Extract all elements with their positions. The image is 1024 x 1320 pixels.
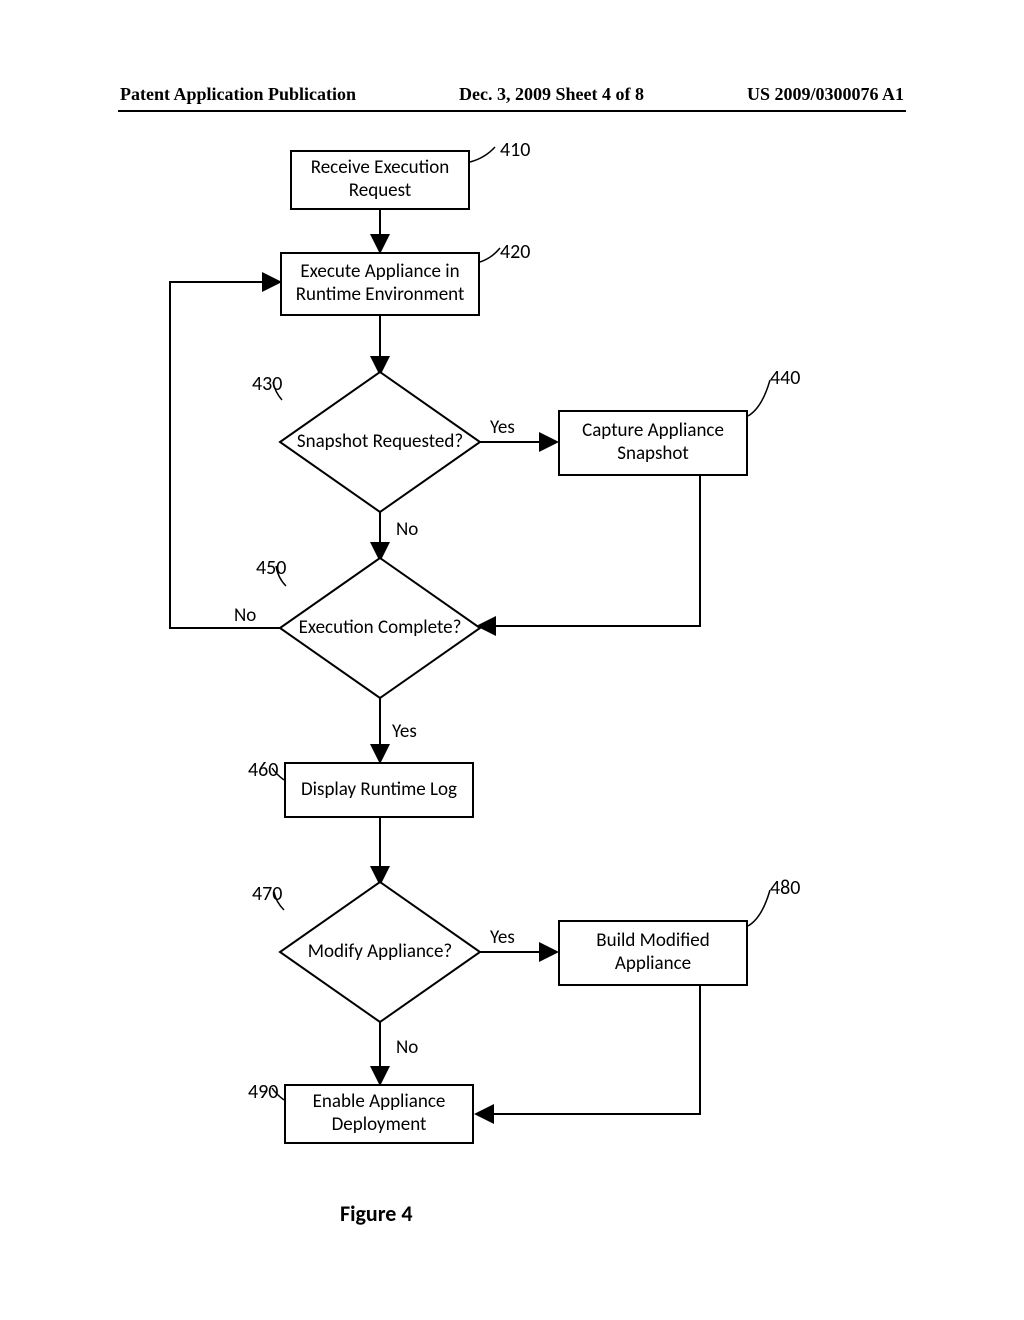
ref-440: 440 xyxy=(770,366,800,390)
header-left: Patent Application Publication xyxy=(120,84,356,105)
label-no: No xyxy=(396,518,418,541)
ref-450: 450 xyxy=(256,556,286,580)
page: Patent Application Publication Dec. 3, 2… xyxy=(0,0,1024,1320)
step-receive-request: Receive Execution Request xyxy=(290,150,470,210)
label-yes: Yes xyxy=(392,720,417,743)
step-label: Execute Appliance in Runtime Environment xyxy=(286,261,474,307)
decision-label: Snapshot Requested? xyxy=(297,431,463,454)
step-label: Display Runtime Log xyxy=(301,779,457,802)
header-rule xyxy=(118,110,906,112)
step-label: Receive Execution Request xyxy=(296,157,464,203)
decision-label: Execution Complete? xyxy=(299,617,462,640)
page-header: Patent Application Publication Dec. 3, 2… xyxy=(0,84,1024,105)
label-yes: Yes xyxy=(490,926,515,949)
figure-caption: Figure 4 xyxy=(340,1200,413,1227)
label-no: No xyxy=(234,604,256,627)
ref-480: 480 xyxy=(770,876,800,900)
ref-470: 470 xyxy=(252,882,282,906)
flowchart: Receive Execution Request 410 Execute Ap… xyxy=(0,120,1024,1220)
step-enable-deployment: Enable Appliance Deployment xyxy=(284,1084,474,1144)
decision-label: Modify Appliance? xyxy=(308,941,452,964)
ref-460: 460 xyxy=(248,758,278,782)
header-right: US 2009/0300076 A1 xyxy=(747,84,904,105)
step-build-modified: Build Modified Appliance xyxy=(558,920,748,986)
ref-420: 420 xyxy=(500,240,530,264)
step-label: Build Modified Appliance xyxy=(564,930,742,976)
ref-410: 410 xyxy=(500,138,530,162)
step-capture-snapshot: Capture Appliance Snapshot xyxy=(558,410,748,476)
step-execute-appliance: Execute Appliance in Runtime Environment xyxy=(280,252,480,316)
label-yes: Yes xyxy=(490,416,515,439)
decision-modify-appliance: Modify Appliance? xyxy=(280,882,480,1022)
step-display-log: Display Runtime Log xyxy=(284,762,474,818)
header-center: Dec. 3, 2009 Sheet 4 of 8 xyxy=(459,84,644,105)
step-label: Capture Appliance Snapshot xyxy=(564,420,742,466)
label-no: No xyxy=(396,1036,418,1059)
ref-430: 430 xyxy=(252,372,282,396)
decision-snapshot-requested: Snapshot Requested? xyxy=(280,372,480,512)
decision-execution-complete: Execution Complete? xyxy=(280,558,480,698)
ref-490: 490 xyxy=(248,1080,278,1104)
step-label: Enable Appliance Deployment xyxy=(290,1091,468,1137)
